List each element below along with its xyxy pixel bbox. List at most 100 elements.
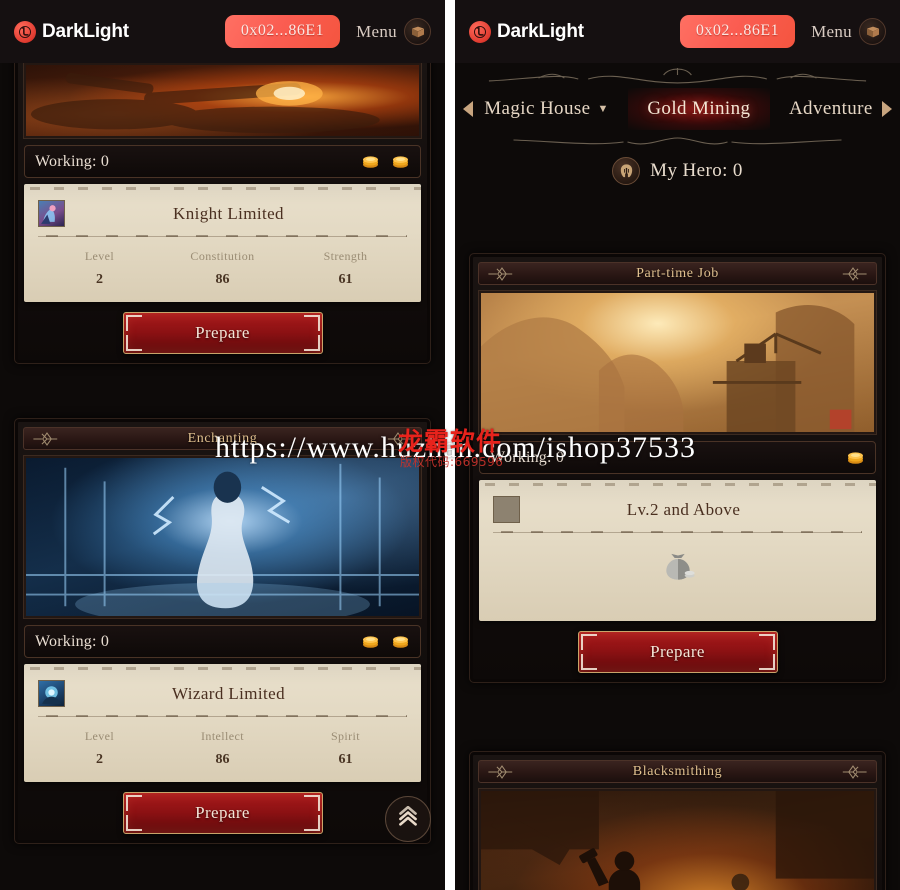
reward-area-part-time-job — [493, 533, 862, 607]
job-card-mining[interactable]: Working: 0 Knight Limited Level 2 Consti… — [14, 53, 431, 364]
book-orb-icon — [859, 18, 886, 45]
forge-embers-art — [23, 62, 422, 139]
nav-item-adventure[interactable]: Adventure — [770, 88, 874, 130]
card-title-enchanting: Enchanting — [23, 427, 422, 450]
gold-coin-icon — [391, 634, 410, 649]
my-hero-counter[interactable]: My Hero: 0 — [455, 151, 900, 199]
nav-item-magic-house[interactable]: Magic House ▼ — [481, 88, 628, 130]
gold-coin-icon — [361, 154, 380, 169]
stat-key: Spirit — [330, 729, 361, 743]
stat-value: 86 — [215, 752, 230, 767]
menu-label-left: Menu — [356, 21, 397, 41]
menu-button-right[interactable]: Menu — [811, 18, 886, 45]
knight-portrait-icon — [38, 200, 65, 227]
stat-key: Level — [84, 729, 115, 743]
stat-key: Level — [84, 249, 115, 263]
stat-key: Strength — [323, 249, 368, 263]
nav-label: Adventure — [788, 98, 873, 119]
ornament-right-icon — [836, 264, 870, 284]
left-screen-panel: DarkLight 0x02...86E1 Menu Working: 0 Kn… — [0, 0, 445, 890]
my-hero-label: My Hero: 0 — [650, 160, 743, 181]
hero-slot-part-time-job[interactable]: Lv.2 and Above — [479, 480, 876, 621]
empty-slot-icon — [493, 496, 520, 523]
filigree-bottom-icon — [495, 135, 860, 149]
coin-row-part-time-job — [846, 450, 865, 465]
mage-silhouette — [26, 458, 419, 616]
prepare-wrap-part-time-job: Prepare — [479, 631, 876, 673]
desert-quarry-art — [478, 290, 877, 435]
prepare-label: Prepare — [195, 323, 250, 342]
brand-name-left: DarkLight — [42, 20, 129, 42]
forge-logs-silhouette — [26, 65, 419, 136]
prepare-button-wizard[interactable]: Prepare — [122, 792, 323, 834]
hero-name-knight: Knight Limited — [173, 203, 284, 223]
stat-intellect: Intellect 86 — [161, 729, 284, 768]
prepare-wrap-wizard: Prepare — [24, 792, 421, 834]
stat-strength: Strength 61 — [284, 249, 407, 288]
working-label-part-time-job: Working: 0 — [490, 448, 565, 466]
stat-key: Intellect — [201, 729, 244, 743]
blacksmith-silhouette — [481, 791, 874, 890]
card-title-label: Part-time Job — [636, 265, 719, 281]
chevron-down-icon: ▼ — [597, 103, 609, 115]
stat-value: 2 — [96, 272, 103, 287]
hero-slot-wizard[interactable]: Wizard Limited Level 2 Intellect 86 Spir… — [24, 664, 421, 782]
coin-row-enchanting — [361, 634, 410, 649]
wallet-address-button-left[interactable]: 0x02...86E1 — [224, 15, 341, 48]
darklight-logo-icon — [14, 20, 36, 43]
chevron-right-icon[interactable] — [874, 100, 900, 118]
stat-value: 61 — [338, 752, 353, 767]
nav-items: Magic House ▼ Gold Mining Adventure — [481, 88, 874, 130]
quarry-crane-silhouette — [481, 293, 874, 432]
gold-coin-icon — [846, 450, 865, 465]
hero-header-knight: Knight Limited — [38, 193, 407, 237]
nav-item-gold-mining[interactable]: Gold Mining — [628, 88, 770, 130]
prepare-label: Prepare — [195, 803, 250, 822]
stat-level: Level 2 — [38, 729, 161, 768]
enchanting-mage-art — [23, 455, 422, 619]
brand-right[interactable]: DarkLight — [469, 20, 584, 43]
gold-coin-icon — [361, 634, 380, 649]
working-label-mining: Working: 0 — [35, 152, 110, 170]
gold-coin-icon — [391, 154, 410, 169]
wallet-address-button-right[interactable]: 0x02...86E1 — [679, 15, 796, 48]
coin-pouch-icon — [658, 548, 698, 593]
job-card-part-time-job[interactable]: Part-time Job Working: 0 Lv.2 and Above … — [469, 253, 886, 683]
working-label-enchanting: Working: 0 — [35, 632, 110, 650]
prepare-button-part-time-job[interactable]: Prepare — [577, 631, 778, 673]
spartan-helmet-icon — [612, 157, 641, 185]
ornament-left-icon — [485, 264, 519, 284]
menu-button-left[interactable]: Menu — [356, 18, 431, 45]
wizard-portrait-icon — [38, 680, 65, 707]
scroll-to-top-icon[interactable] — [385, 796, 431, 842]
card-title-blacksmithing: Blacksmithing — [478, 760, 877, 783]
left-screen-scroll[interactable]: Working: 0 Knight Limited Level 2 Consti… — [0, 53, 445, 890]
requirement-label: Lv.2 and Above — [626, 499, 741, 519]
nav-label: Gold Mining — [647, 98, 751, 119]
coin-row-mining — [361, 154, 410, 169]
nav-row: Magic House ▼ Gold Mining Adventure — [455, 85, 900, 133]
hero-header-wizard: Wizard Limited — [38, 673, 407, 717]
ornament-right-icon — [836, 762, 870, 782]
stat-constitution: Constitution 86 — [161, 249, 284, 288]
category-nav: Magic House ▼ Gold Mining Adventure — [455, 63, 900, 149]
card-title-label: Blacksmithing — [632, 763, 723, 779]
ornament-left-icon — [30, 429, 64, 449]
hero-slot-knight[interactable]: Knight Limited Level 2 Constitution 86 S… — [24, 184, 421, 302]
brand-left[interactable]: DarkLight — [14, 20, 129, 43]
book-orb-icon — [404, 18, 431, 45]
right-screen-scroll[interactable]: Magic House ▼ Gold Mining Adventure My H… — [455, 63, 900, 890]
stat-value: 86 — [215, 272, 230, 287]
stat-value: 61 — [338, 272, 353, 287]
stat-value: 2 — [96, 752, 103, 767]
job-card-blacksmithing[interactable]: Blacksmithing — [469, 751, 886, 890]
stat-key: Constitution — [190, 249, 255, 263]
chevron-left-icon[interactable] — [455, 100, 481, 118]
brand-name-right: DarkLight — [497, 20, 584, 42]
job-card-enchanting[interactable]: Enchanting Working: 0 Wizard Limited Lev… — [14, 418, 431, 844]
working-bar-enchanting: Working: 0 — [24, 625, 421, 658]
menu-label-right: Menu — [811, 21, 852, 41]
app-header-left: DarkLight 0x02...86E1 Menu — [0, 0, 445, 63]
prepare-button-knight[interactable]: Prepare — [122, 312, 323, 354]
ornament-right-icon — [381, 429, 415, 449]
